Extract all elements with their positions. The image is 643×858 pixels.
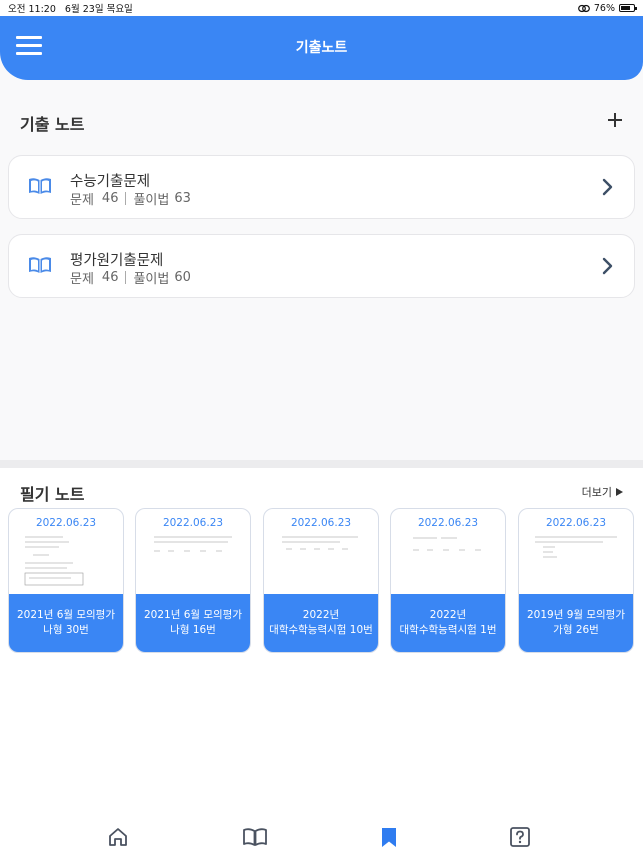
- status-time: 오전 11:20: [8, 4, 56, 15]
- thumbnail-label: 2019년 9월 모의평가 가형 26번: [519, 594, 633, 652]
- thumbnail-label-line2: 가형 26번: [553, 624, 599, 636]
- bookmark-icon[interactable]: [378, 826, 400, 848]
- note-thumbnail[interactable]: 2022.06.23 2021년 6월 모의평가 나형 30번: [8, 508, 124, 653]
- writing-notes-title: 필기 노트: [20, 485, 85, 504]
- battery-percent: 76%: [593, 2, 615, 14]
- note-name: 평가원기출문제: [70, 253, 164, 269]
- past-notes-title: 기출 노트: [20, 115, 85, 134]
- writing-notes-section: 필기 노트 더보기 2022.06.23 2021년 6월 모의평가 나형 30…: [0, 468, 643, 808]
- solutions-label: 풀이법: [133, 193, 170, 208]
- note-item-suneung[interactable]: 수능기출문제 문제 46 풀이법 63: [8, 155, 635, 219]
- chevron-right-icon: [602, 257, 613, 275]
- thumbnail-label-line2: 나형 16번: [170, 624, 216, 636]
- problems-label: 문제: [70, 272, 94, 287]
- bottom-tab-bar: [0, 808, 643, 858]
- home-icon[interactable]: [107, 826, 129, 848]
- solutions-count: 63: [174, 191, 191, 206]
- thumbnail-label-line2: 대학수학능력시험 10번: [269, 624, 373, 636]
- page-title: 기출노트: [295, 40, 348, 56]
- note-preview: [413, 537, 481, 551]
- problems-label: 문제: [70, 193, 94, 208]
- thumbnail-label: 2022년 대학수학능력시험 1번: [391, 594, 505, 652]
- note-preview: [535, 536, 617, 558]
- thumbnail-date: 2022.06.23: [417, 517, 479, 529]
- status-bar: 오전 11:20 6월 23일 목요일 76%: [0, 0, 643, 16]
- note-preview: [154, 536, 232, 552]
- note-thumbnail[interactable]: 2022.06.23 2019년 9월 모의평가 가형 26번: [518, 508, 634, 653]
- battery-icon: [619, 4, 637, 12]
- solutions-label: 풀이법: [133, 272, 170, 287]
- app-header: 기출노트: [0, 16, 643, 80]
- thumbnail-date: 2022.06.23: [35, 517, 97, 529]
- note-meta: 문제 46 풀이법 60: [70, 268, 191, 287]
- solutions-count: 60: [174, 270, 191, 285]
- thumbnail-label-line1: 2022년: [429, 609, 467, 621]
- meta-divider: [125, 192, 127, 205]
- problems-count: 46: [101, 270, 119, 285]
- note-meta: 문제 46 풀이법 63: [70, 189, 191, 208]
- status-right: 76%: [577, 2, 637, 14]
- status-left: 오전 11:20 6월 23일 목요일: [8, 1, 133, 15]
- problems-count: 46: [101, 191, 119, 206]
- note-thumbnail[interactable]: 2022.06.23 2022년 대학수학능력시험 1번: [390, 508, 506, 653]
- book-icon[interactable]: [242, 826, 268, 848]
- note-preview: [282, 536, 358, 550]
- thumbnail-label-line2: 대학수학능력시험 1번: [399, 624, 497, 636]
- chevron-right-icon: [602, 178, 613, 196]
- note-item-pyeongawon[interactable]: 평가원기출문제 문제 46 풀이법 60: [8, 234, 635, 298]
- link-icon: [577, 4, 590, 12]
- thumbnail-label: 2021년 6월 모의평가 나형 30번: [9, 594, 123, 652]
- note-name: 수능기출문제: [70, 174, 151, 190]
- thumbnail-label: 2022년 대학수학능력시험 10번: [264, 594, 378, 652]
- thumbnail-label-line2: 나형 30번: [43, 624, 89, 636]
- thumbnail-label-line1: 2022년: [302, 609, 340, 621]
- note-thumbnail[interactable]: 2022.06.23 2022년 대학수학능력시험 10번: [263, 508, 379, 653]
- past-notes-section: 기출 노트 수능기출문제 문제 46 풀이법 63 평가원기출문제 문제 46 …: [0, 80, 643, 460]
- thumbnail-date: 2022.06.23: [162, 517, 224, 529]
- thumbnail-date: 2022.06.23: [290, 517, 352, 529]
- book-icon: [29, 178, 51, 194]
- more-button[interactable]: 더보기: [582, 484, 623, 500]
- thumbnail-label-line1: 2019년 9월 모의평가: [526, 609, 626, 621]
- thumbnail-label-line1: 2021년 6월 모의평가: [143, 609, 243, 621]
- note-preview: [24, 536, 84, 586]
- more-label: 더보기: [581, 486, 612, 499]
- thumbnail-label: 2021년 6월 모의평가 나형 16번: [136, 594, 250, 652]
- section-divider: [0, 460, 643, 468]
- add-note-button[interactable]: [607, 112, 623, 128]
- status-date: 6월 23일 목요일: [64, 4, 133, 15]
- question-icon[interactable]: [509, 826, 531, 848]
- note-thumbnail[interactable]: 2022.06.23 2021년 6월 모의평가 나형 16번: [135, 508, 251, 653]
- meta-divider: [125, 271, 127, 284]
- play-arrow-icon: [616, 488, 623, 496]
- thumbnail-label-line1: 2021년 6월 모의평가: [16, 609, 116, 621]
- book-icon: [29, 257, 51, 273]
- thumbnail-date: 2022.06.23: [545, 517, 607, 529]
